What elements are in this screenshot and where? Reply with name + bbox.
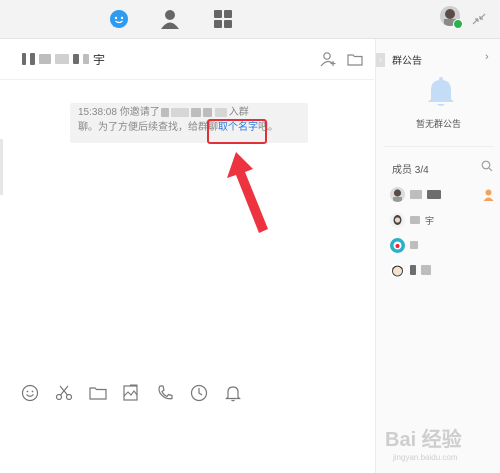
avatar xyxy=(390,262,405,278)
divider xyxy=(384,146,494,147)
contacts-tab-icon[interactable] xyxy=(158,7,182,31)
annotation-arrow xyxy=(227,152,268,233)
group-name[interactable]: 宇 xyxy=(22,51,105,67)
owner-icon xyxy=(483,189,494,201)
group-name-suffix: 宇 xyxy=(93,52,106,67)
redacted-name xyxy=(427,189,441,199)
redacted-name xyxy=(410,265,416,275)
avatar xyxy=(390,186,405,202)
redacted-name xyxy=(170,107,189,117)
emoji-icon[interactable] xyxy=(20,383,40,403)
collapse-panel-button[interactable]: › xyxy=(376,53,385,67)
redacted-name xyxy=(160,107,169,117)
member-item[interactable]: 宇 xyxy=(390,211,495,229)
chat-tab-icon[interactable] xyxy=(107,7,131,31)
chat-header: 宇 xyxy=(0,39,374,80)
highlight-box xyxy=(207,119,267,144)
redacted-name xyxy=(214,107,227,117)
redacted-name-part xyxy=(22,53,26,65)
bell-icon[interactable] xyxy=(223,383,243,403)
redacted-name xyxy=(410,241,418,249)
message-text: 聊。为了方便后续查找，给群聊 xyxy=(78,122,218,133)
redacted-name xyxy=(421,265,431,275)
history-icon[interactable] xyxy=(189,383,209,403)
members-count: 成员 3/4 xyxy=(392,165,429,176)
message-text: 15:38:08 你邀请了 xyxy=(78,107,160,118)
member-item[interactable] xyxy=(390,261,495,279)
member-item[interactable] xyxy=(390,236,495,254)
member-name: 宇 xyxy=(425,215,435,226)
baidu-watermark: Bai 经验 jingyan.baidu.com xyxy=(385,427,462,462)
redacted-name-part xyxy=(30,53,35,65)
redacted-name-part xyxy=(55,54,69,64)
redacted-name xyxy=(190,107,201,117)
redacted-name xyxy=(202,107,212,117)
top-bar xyxy=(0,0,500,39)
member-item[interactable] xyxy=(390,185,495,203)
folder-icon[interactable] xyxy=(346,51,364,67)
group-info-panel: › 群公告 › 暂无群公告 成员 3/4 宇 xyxy=(375,39,500,473)
bell-icon xyxy=(428,77,454,106)
input-toolbar xyxy=(0,383,374,413)
group-notice-title[interactable]: 群公告 xyxy=(392,52,422,67)
folder-icon[interactable] xyxy=(88,383,108,403)
scissors-icon[interactable] xyxy=(54,383,74,403)
chevron-right-icon[interactable]: › xyxy=(485,51,489,63)
redacted-name-part xyxy=(83,54,89,64)
redacted-name xyxy=(410,216,420,224)
side-handle[interactable] xyxy=(0,139,3,195)
image-icon[interactable] xyxy=(121,383,141,403)
system-message-line-1: 15:38:08 你邀请了 入群 xyxy=(78,105,300,120)
add-member-icon[interactable] xyxy=(319,51,337,67)
redacted-name-part xyxy=(73,54,79,64)
watermark-text: Bai 经验 xyxy=(385,427,462,451)
system-message: 15:38:08 你邀请了 入群 聊。为了方便后续查找，给群聊取个名字吧。 xyxy=(70,103,308,143)
search-icon[interactable] xyxy=(481,160,493,172)
message-text: 入群 xyxy=(228,107,249,118)
avatar xyxy=(390,237,405,253)
redacted-name xyxy=(410,189,422,199)
phone-icon[interactable] xyxy=(155,383,175,403)
collapse-window-icon[interactable] xyxy=(470,11,488,27)
apps-tab-icon[interactable] xyxy=(211,7,235,31)
no-notice-text: 暂无群公告 xyxy=(415,119,461,129)
avatar xyxy=(390,212,405,228)
watermark-url: jingyan.baidu.com xyxy=(392,453,458,462)
online-status-dot xyxy=(453,19,463,29)
redacted-name-part xyxy=(39,54,51,64)
